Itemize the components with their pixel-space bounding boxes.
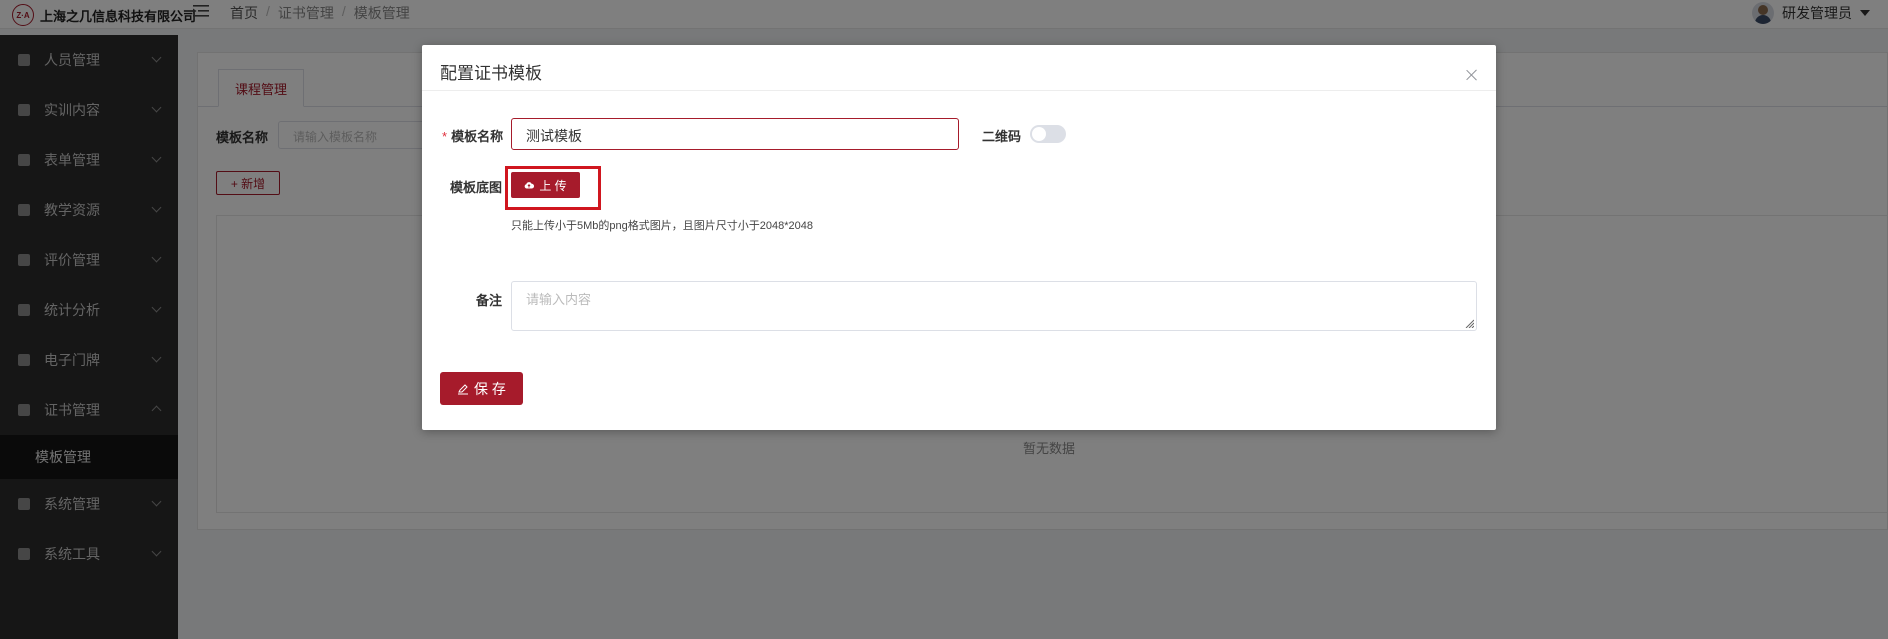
template-name-input[interactable]: 测试模板 [511,118,959,150]
resize-handle-icon[interactable] [1464,318,1474,328]
template-name-label: * 模板名称 [442,126,503,145]
template-name-label-text: 模板名称 [451,129,504,144]
modal-title: 配置证书模板 [440,64,542,83]
edit-icon [458,383,469,394]
upload-button[interactable]: 上 传 [511,172,580,198]
background-image-label: 模板底图 [450,180,503,195]
upload-button-label: 上 传 [539,178,567,193]
required-mark: * [442,129,448,144]
upload-tip: 只能上传小于5Mb的png格式图片，且图片尺寸小于2048*2048 [511,220,813,232]
qrcode-label: 二维码 [982,129,1022,144]
modal-header: 配置证书模板 [422,45,1496,91]
qrcode-toggle[interactable] [1030,125,1066,143]
remark-textarea[interactable]: 请输入内容 [511,281,1477,331]
remark-label: 备注 [476,293,503,308]
save-button-label: 保 存 [474,380,506,397]
close-icon[interactable] [1466,69,1478,81]
save-button[interactable]: 保 存 [440,372,523,405]
config-certificate-modal: 配置证书模板 * 模板名称 测试模板 二维码 模板底图 上 传 只能上传小于5Mb… [422,45,1496,430]
remark-placeholder: 请输入内容 [526,292,592,307]
cloud-upload-icon [525,182,535,189]
